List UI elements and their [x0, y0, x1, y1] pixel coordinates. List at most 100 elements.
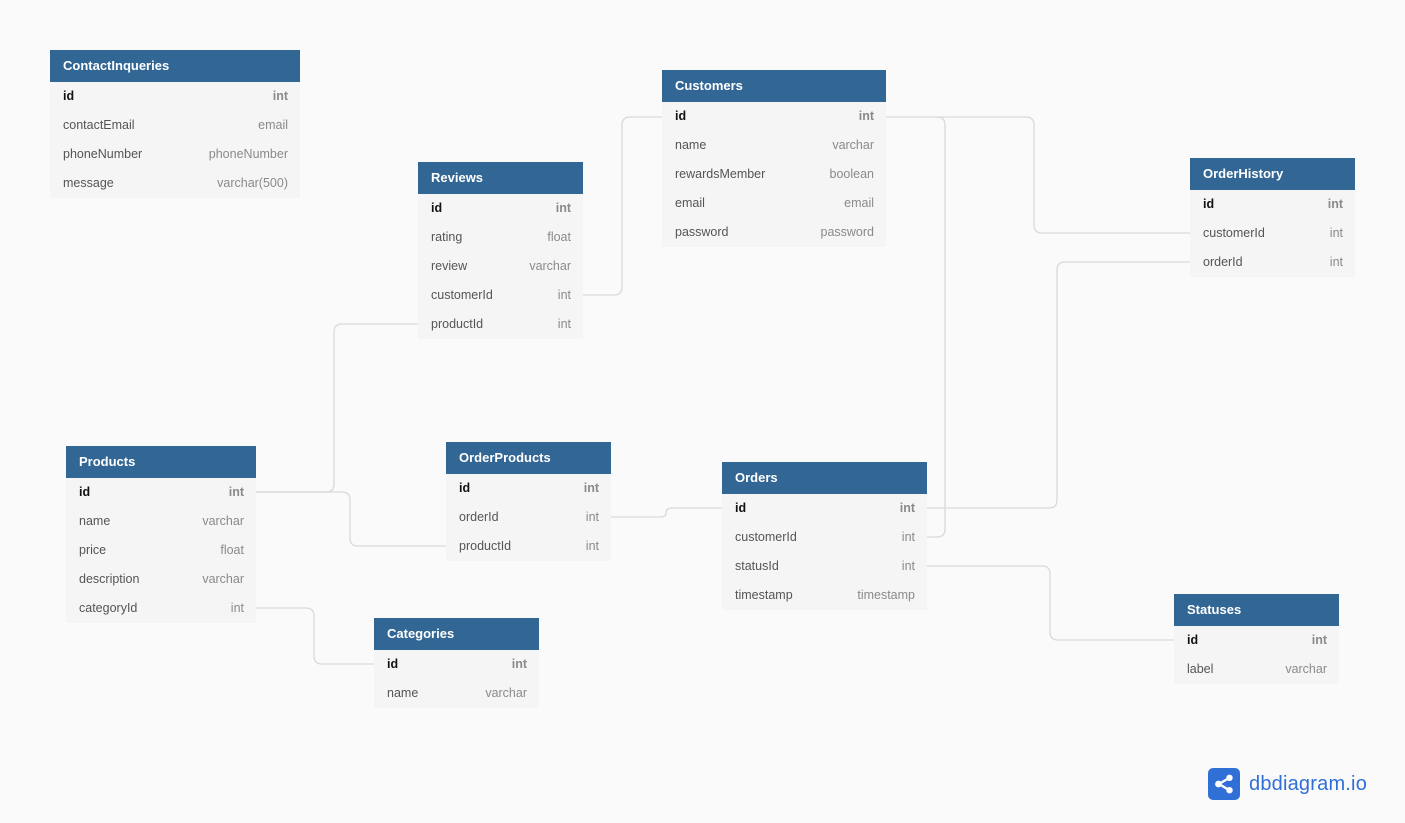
field-type: int [228, 485, 244, 499]
table-customers[interactable]: Customers id int name varchar rewardsMembe… [662, 70, 886, 247]
field-row[interactable]: statusId int [722, 552, 927, 581]
field-name: rating [431, 230, 463, 244]
field-name: orderId [459, 510, 499, 524]
field-name: id [387, 657, 399, 671]
field-row[interactable]: customerId int [418, 281, 583, 310]
field-row[interactable]: name varchar [374, 679, 539, 708]
field-name: name [387, 686, 419, 700]
field-type: int [901, 559, 915, 573]
field-name: id [63, 89, 75, 103]
field-type: varchar [485, 686, 527, 700]
field-name: review [431, 259, 468, 273]
field-row[interactable]: orderId int [1190, 248, 1355, 277]
field-row[interactable]: categoryId int [66, 594, 256, 623]
link-reviews-customerid-customers-id[interactable] [583, 116, 662, 296]
field-name: id [1203, 197, 1215, 211]
field-row[interactable]: timestamp timestamp [722, 581, 927, 610]
field-row[interactable]: name varchar [662, 131, 886, 160]
field-name: name [79, 514, 111, 528]
field-type: int [230, 601, 244, 615]
field-row[interactable]: customerId int [722, 523, 927, 552]
field-row[interactable]: label varchar [1174, 655, 1339, 684]
link-products-categoryid-categories-id[interactable] [256, 607, 374, 665]
field-type: int [272, 89, 288, 103]
table-header[interactable]: Reviews [418, 162, 583, 194]
field-row[interactable]: id int [50, 82, 300, 111]
field-name: id [431, 201, 443, 215]
field-row[interactable]: rating float [418, 223, 583, 252]
table-header[interactable]: ContactInqueries [50, 50, 300, 82]
field-row[interactable]: id int [446, 474, 611, 503]
table-header[interactable]: OrderHistory [1190, 158, 1355, 190]
table-header[interactable]: Statuses [1174, 594, 1339, 626]
table-categories[interactable]: Categories id int name varchar [374, 618, 539, 708]
field-row[interactable]: customerId int [1190, 219, 1355, 248]
field-name: email [675, 196, 705, 210]
field-row[interactable]: message varchar(500) [50, 169, 300, 198]
field-name: id [459, 481, 471, 495]
field-row[interactable]: id int [662, 102, 886, 131]
link-orderhistory-customerid-customers-id[interactable] [937, 116, 1190, 234]
field-row[interactable]: description varchar [66, 565, 256, 594]
field-row[interactable]: id int [722, 494, 927, 523]
field-row[interactable]: email email [662, 189, 886, 218]
field-row[interactable]: rewardsMember boolean [662, 160, 886, 189]
field-name: id [735, 501, 747, 515]
table-header[interactable]: Products [66, 446, 256, 478]
table-header[interactable]: Categories [374, 618, 539, 650]
table-contactinqueries[interactable]: ContactInqueries id int contactEmail email… [50, 50, 300, 198]
field-row[interactable]: id int [374, 650, 539, 679]
table-orderproducts[interactable]: OrderProducts id int orderId int productId… [446, 442, 611, 561]
field-type: int [585, 510, 599, 524]
table-orderhistory[interactable]: OrderHistory id int customerId int orderId… [1190, 158, 1355, 277]
field-row[interactable]: id int [1190, 190, 1355, 219]
link-orderhistory-orderid-orders-id[interactable] [927, 261, 1190, 509]
field-type: int [583, 481, 599, 495]
field-row[interactable]: review varchar [418, 252, 583, 281]
diagram-canvas[interactable]: ContactInqueries id int contactEmail email… [0, 0, 1405, 823]
table-statuses[interactable]: Statuses id int label varchar [1174, 594, 1339, 684]
field-name: customerId [735, 530, 797, 544]
field-type: int [557, 288, 571, 302]
link-reviews-productid-products-id[interactable] [256, 323, 418, 493]
field-type: email [844, 196, 874, 210]
link-orderproducts-productid-products-id[interactable] [256, 491, 446, 547]
field-type: timestamp [857, 588, 915, 602]
field-row[interactable]: orderId int [446, 503, 611, 532]
field-name: customerId [431, 288, 493, 302]
brand-name: dbdiagram.io [1249, 772, 1368, 795]
field-name: contactEmail [63, 118, 135, 132]
field-row[interactable]: productId int [418, 310, 583, 339]
field-name: statusId [735, 559, 779, 573]
table-header[interactable]: OrderProducts [446, 442, 611, 474]
field-row[interactable]: price float [66, 536, 256, 565]
field-name: id [79, 485, 91, 499]
table-header[interactable]: Orders [722, 462, 927, 494]
table-products[interactable]: Products id int name varchar price float de… [66, 446, 256, 623]
field-name: description [79, 572, 140, 586]
link-orderproducts-orderid-orders-id[interactable] [611, 507, 722, 518]
field-row[interactable]: id int [66, 478, 256, 507]
share-nodes-icon [1208, 768, 1240, 800]
field-name: message [63, 176, 114, 190]
field-name: name [675, 138, 707, 152]
field-row[interactable]: id int [1174, 626, 1339, 655]
field-row[interactable]: id int [418, 194, 583, 223]
table-orders[interactable]: Orders id int customerId int statusId int t… [722, 462, 927, 610]
field-row[interactable]: password password [662, 218, 886, 247]
field-type: int [1311, 633, 1327, 647]
field-type: int [901, 530, 915, 544]
field-row[interactable]: name varchar [66, 507, 256, 536]
field-type: phoneNumber [208, 147, 288, 161]
field-type: email [258, 118, 288, 132]
field-row[interactable]: contactEmail email [50, 111, 300, 140]
table-header[interactable]: Customers [662, 70, 886, 102]
field-row[interactable]: phoneNumber phoneNumber [50, 140, 300, 169]
field-type: int [585, 539, 599, 553]
table-reviews[interactable]: Reviews id int rating float review varchar … [418, 162, 583, 339]
field-name: password [675, 225, 729, 239]
field-row[interactable]: productId int [446, 532, 611, 561]
brand-logo-link[interactable]: dbdiagram.io [1208, 768, 1367, 800]
field-name: productId [431, 317, 484, 331]
link-orders-statusid-statuses-id[interactable] [927, 565, 1174, 641]
